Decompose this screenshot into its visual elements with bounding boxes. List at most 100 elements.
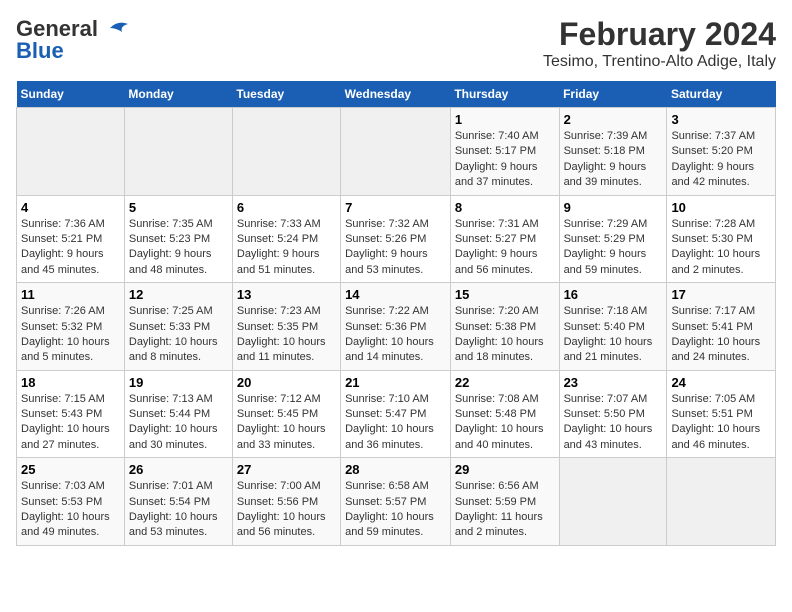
page-subtitle: Tesimo, Trentino-Alto Adige, Italy [543,53,776,71]
day-cell: 26 Sunrise: 7:01 AM Sunset: 5:54 PM Dayli… [124,458,232,546]
day-number: 5 [129,200,228,215]
day-number: 23 [564,375,663,390]
col-header-sunday: Sunday [17,81,125,108]
col-header-wednesday: Wednesday [341,81,451,108]
day-info: Sunrise: 7:10 AM Sunset: 5:47 PM Dayligh… [345,392,446,454]
logo: General Blue [16,16,130,64]
day-cell: 9 Sunrise: 7:29 AM Sunset: 5:29 PM Daylig… [559,195,667,283]
day-info: Sunrise: 6:56 AM Sunset: 5:59 PM Dayligh… [455,479,555,541]
day-info: Sunrise: 6:58 AM Sunset: 5:57 PM Dayligh… [345,479,446,541]
day-info: Sunrise: 7:29 AM Sunset: 5:29 PM Dayligh… [564,217,663,279]
day-info: Sunrise: 7:07 AM Sunset: 5:50 PM Dayligh… [564,392,663,454]
day-info: Sunrise: 7:03 AM Sunset: 5:53 PM Dayligh… [21,479,120,541]
day-number: 13 [237,287,336,302]
day-number: 20 [237,375,336,390]
day-cell: 18 Sunrise: 7:15 AM Sunset: 5:43 PM Dayli… [17,370,125,458]
day-info: Sunrise: 7:35 AM Sunset: 5:23 PM Dayligh… [129,217,228,279]
week-row-5: 25 Sunrise: 7:03 AM Sunset: 5:53 PM Dayli… [17,458,776,546]
day-cell: 21 Sunrise: 7:10 AM Sunset: 5:47 PM Dayli… [341,370,451,458]
day-cell: 23 Sunrise: 7:07 AM Sunset: 5:50 PM Dayli… [559,370,667,458]
title-area: February 2024 Tesimo, Trentino-Alto Adig… [543,16,776,71]
day-cell: 3 Sunrise: 7:37 AM Sunset: 5:20 PM Daylig… [667,108,776,196]
day-number: 25 [21,462,120,477]
day-cell: 25 Sunrise: 7:03 AM Sunset: 5:53 PM Dayli… [17,458,125,546]
day-number: 16 [564,287,663,302]
day-info: Sunrise: 7:40 AM Sunset: 5:17 PM Dayligh… [455,129,555,191]
day-info: Sunrise: 7:26 AM Sunset: 5:32 PM Dayligh… [21,304,120,366]
day-cell [232,108,340,196]
day-cell: 22 Sunrise: 7:08 AM Sunset: 5:48 PM Dayli… [450,370,559,458]
week-row-2: 4 Sunrise: 7:36 AM Sunset: 5:21 PM Daylig… [17,195,776,283]
day-info: Sunrise: 7:08 AM Sunset: 5:48 PM Dayligh… [455,392,555,454]
day-cell: 29 Sunrise: 6:56 AM Sunset: 5:59 PM Dayli… [450,458,559,546]
day-cell: 11 Sunrise: 7:26 AM Sunset: 5:32 PM Dayli… [17,283,125,371]
day-number: 11 [21,287,120,302]
week-row-3: 11 Sunrise: 7:26 AM Sunset: 5:32 PM Dayli… [17,283,776,371]
day-number: 19 [129,375,228,390]
day-cell: 7 Sunrise: 7:32 AM Sunset: 5:26 PM Daylig… [341,195,451,283]
day-number: 7 [345,200,446,215]
day-info: Sunrise: 7:15 AM Sunset: 5:43 PM Dayligh… [21,392,120,454]
day-number: 17 [671,287,771,302]
day-cell: 5 Sunrise: 7:35 AM Sunset: 5:23 PM Daylig… [124,195,232,283]
day-cell: 10 Sunrise: 7:28 AM Sunset: 5:30 PM Dayli… [667,195,776,283]
day-number: 14 [345,287,446,302]
day-number: 12 [129,287,228,302]
day-info: Sunrise: 7:18 AM Sunset: 5:40 PM Dayligh… [564,304,663,366]
day-number: 4 [21,200,120,215]
day-number: 24 [671,375,771,390]
day-info: Sunrise: 7:37 AM Sunset: 5:20 PM Dayligh… [671,129,771,191]
day-cell: 4 Sunrise: 7:36 AM Sunset: 5:21 PM Daylig… [17,195,125,283]
day-number: 29 [455,462,555,477]
col-header-tuesday: Tuesday [232,81,340,108]
day-info: Sunrise: 7:36 AM Sunset: 5:21 PM Dayligh… [21,217,120,279]
col-header-saturday: Saturday [667,81,776,108]
day-cell: 17 Sunrise: 7:17 AM Sunset: 5:41 PM Dayli… [667,283,776,371]
logo-blue: Blue [16,38,64,64]
day-cell: 20Sunrise: 7:12 AM Sunset: 5:45 PM Dayli… [232,370,340,458]
col-header-friday: Friday [559,81,667,108]
day-number: 18 [21,375,120,390]
day-info: Sunrise: 7:00 AM Sunset: 5:56 PM Dayligh… [237,479,336,541]
day-cell: 24Sunrise: 7:05 AM Sunset: 5:51 PM Dayli… [667,370,776,458]
column-headers: SundayMondayTuesdayWednesdayThursdayFrid… [17,81,776,108]
day-number: 8 [455,200,555,215]
page-title: February 2024 [543,16,776,53]
logo-bird-icon [100,18,130,40]
day-number: 22 [455,375,555,390]
day-cell: 16 Sunrise: 7:18 AM Sunset: 5:40 PM Dayli… [559,283,667,371]
day-number: 28 [345,462,446,477]
day-info: Sunrise: 7:13 AM Sunset: 5:44 PM Dayligh… [129,392,228,454]
day-cell: 12Sunrise: 7:25 AM Sunset: 5:33 PM Dayli… [124,283,232,371]
day-info: Sunrise: 7:22 AM Sunset: 5:36 PM Dayligh… [345,304,446,366]
day-cell: 15Sunrise: 7:20 AM Sunset: 5:38 PM Dayli… [450,283,559,371]
header: General Blue February 2024 Tesimo, Trent… [16,16,776,71]
day-number: 9 [564,200,663,215]
week-row-1: 1 Sunrise: 7:40 AM Sunset: 5:17 PM Daylig… [17,108,776,196]
week-row-4: 18 Sunrise: 7:15 AM Sunset: 5:43 PM Dayli… [17,370,776,458]
col-header-monday: Monday [124,81,232,108]
day-cell: 8Sunrise: 7:31 AM Sunset: 5:27 PM Daylig… [450,195,559,283]
day-number: 3 [671,112,771,127]
day-number: 26 [129,462,228,477]
day-cell: 19 Sunrise: 7:13 AM Sunset: 5:44 PM Dayli… [124,370,232,458]
day-info: Sunrise: 7:32 AM Sunset: 5:26 PM Dayligh… [345,217,446,279]
day-number: 21 [345,375,446,390]
day-cell [667,458,776,546]
day-info: Sunrise: 7:01 AM Sunset: 5:54 PM Dayligh… [129,479,228,541]
day-number: 10 [671,200,771,215]
day-number: 1 [455,112,555,127]
day-number: 27 [237,462,336,477]
day-info: Sunrise: 7:28 AM Sunset: 5:30 PM Dayligh… [671,217,771,279]
day-number: 6 [237,200,336,215]
day-cell [341,108,451,196]
day-info: Sunrise: 7:17 AM Sunset: 5:41 PM Dayligh… [671,304,771,366]
day-cell: 6Sunrise: 7:33 AM Sunset: 5:24 PM Daylig… [232,195,340,283]
day-cell: 14 Sunrise: 7:22 AM Sunset: 5:36 PM Dayli… [341,283,451,371]
day-cell: 13Sunrise: 7:23 AM Sunset: 5:35 PM Dayli… [232,283,340,371]
col-header-thursday: Thursday [450,81,559,108]
day-cell: 28 Sunrise: 6:58 AM Sunset: 5:57 PM Dayli… [341,458,451,546]
day-number: 15 [455,287,555,302]
day-cell [559,458,667,546]
calendar-table: SundayMondayTuesdayWednesdayThursdayFrid… [16,81,776,546]
